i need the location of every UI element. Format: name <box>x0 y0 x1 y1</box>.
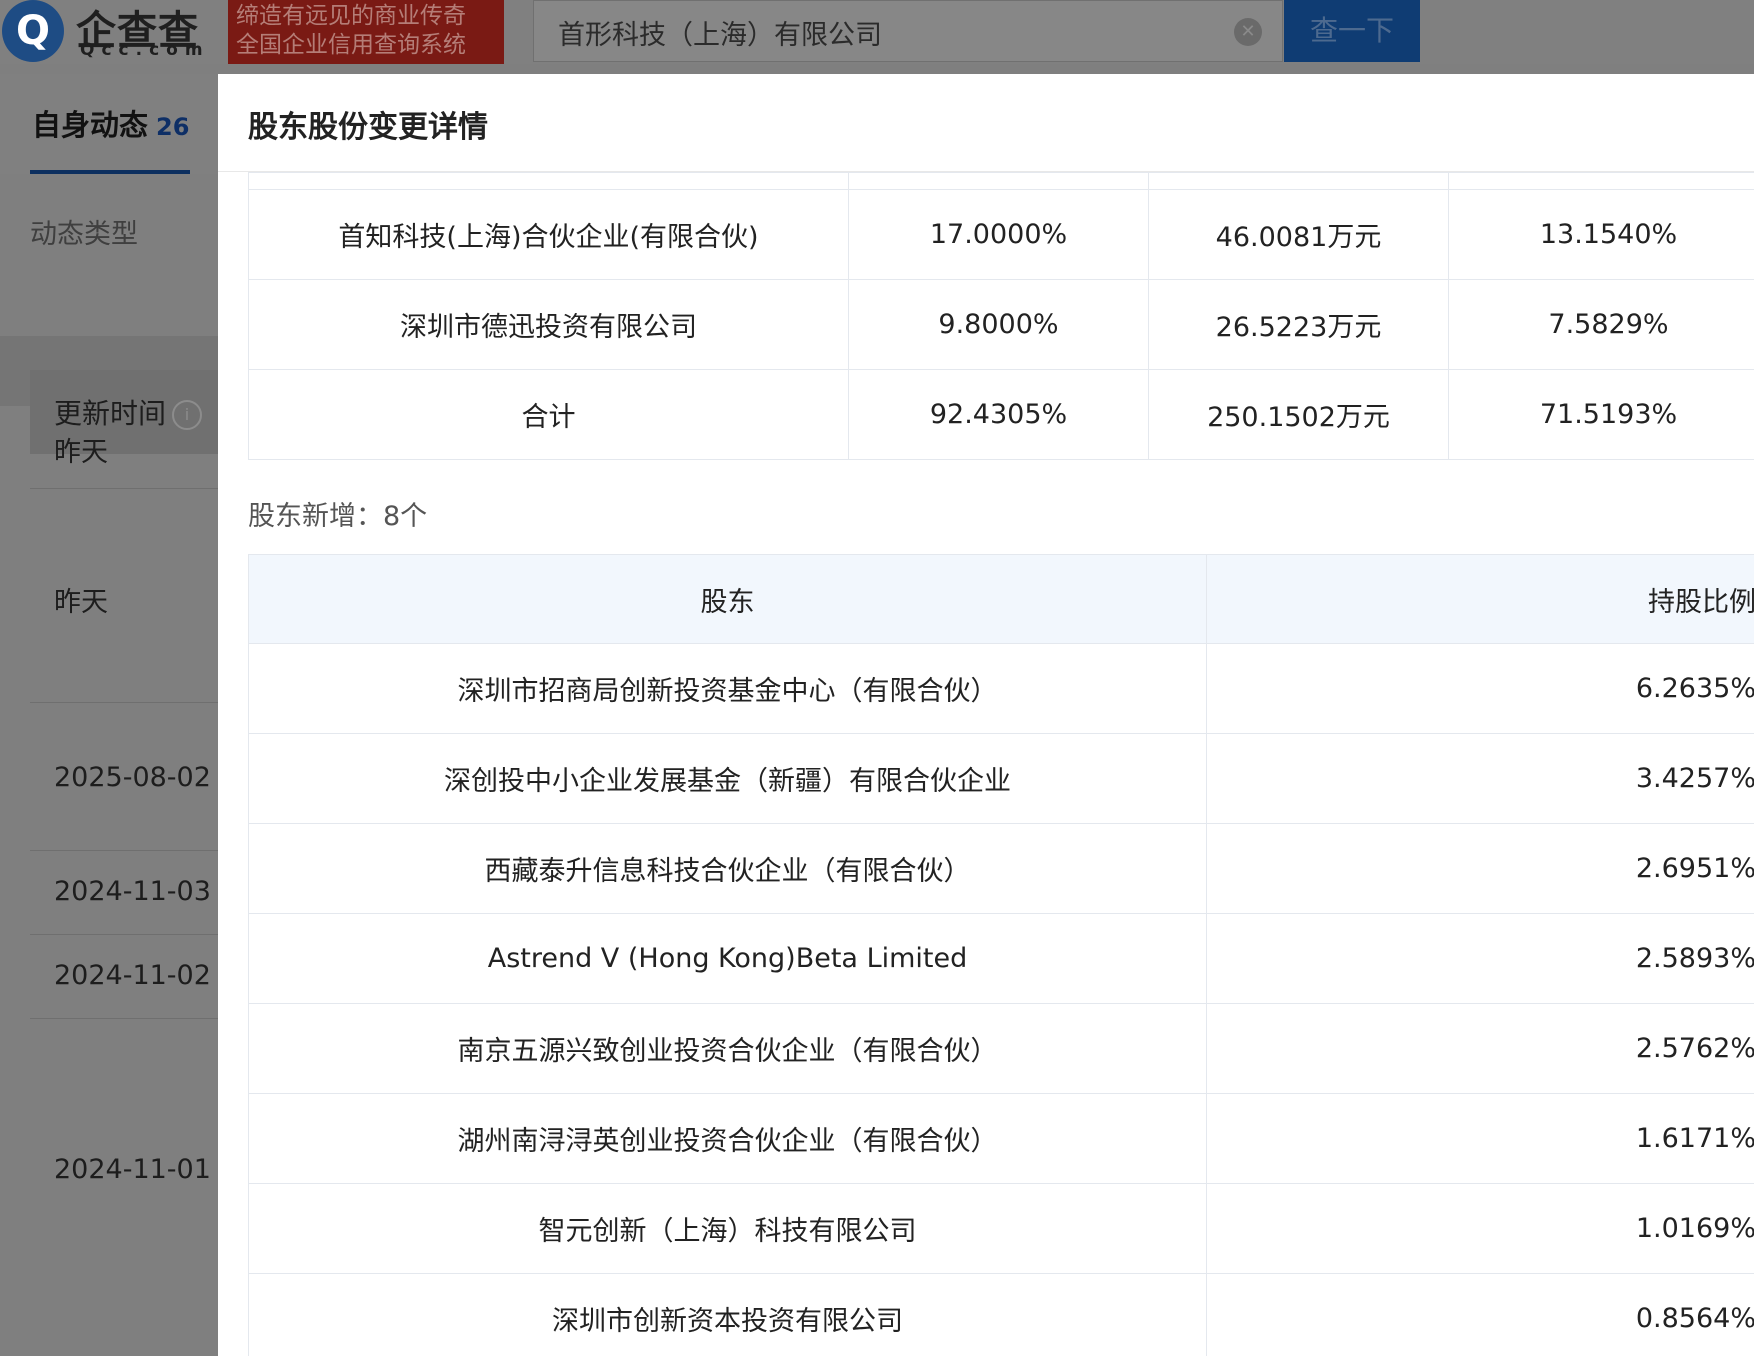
active-tab-indicator <box>30 170 190 174</box>
search-input-value[interactable]: 首形科技（上海）有限公司 <box>558 13 882 52</box>
table-cell: 46.0081万元 <box>1148 189 1449 280</box>
table-cell: 92.4305% <box>848 369 1149 460</box>
table-row <box>248 172 1754 190</box>
tab-self-updates[interactable]: 自身动态 26 <box>32 102 189 144</box>
top-bar: Q 企查查 Qcc.com 缔造有远见的商业传奇 全国企业信用查询系统 首形科技… <box>0 0 1754 64</box>
slogan-banner: 缔造有远见的商业传奇 全国企业信用查询系统 <box>228 0 504 64</box>
shareholding-change-table: 首知科技(上海)合伙企业(有限合伙) 17.0000% 46.0081万元 13… <box>248 172 1754 460</box>
left-panel: 自身动态 26 动态类型 更新时间 i 昨天 昨天 2025-08-02 2024-… <box>0 74 218 1356</box>
table-row: 西藏泰升信息科技合伙企业（有限合伙） 2.6951% <box>248 823 1754 914</box>
table-row: 湖州南浔浔英创业投资合伙企业（有限合伙） 1.6171% <box>248 1093 1754 1184</box>
clear-icon[interactable]: ✕ <box>1234 18 1262 46</box>
new-shareholders-label: 股东新增：8个 <box>248 501 428 532</box>
shareholding-ratio: 3.4257% <box>1206 733 1754 824</box>
shareholder-link[interactable]: 深圳市招商局创新投资基金中心（有限合伙） <box>248 643 1207 734</box>
shareholder-link[interactable]: 深创投中小企业发展基金（新疆）有限合伙企业 <box>248 733 1207 824</box>
shareholder-link[interactable]: 深圳市德迅投资有限公司 <box>248 279 849 370</box>
table-row: 深圳市德迅投资有限公司 9.8000% 26.5223万元 7.5829% <box>248 279 1754 370</box>
table-cell: 13.1540% <box>1448 189 1754 280</box>
shareholding-ratio: 1.6171% <box>1206 1093 1754 1184</box>
time-item: 2024-11-03 <box>54 876 211 907</box>
shareholder-change-modal: 股东股份变更详情 首知科技(上海)合伙企业(有限合伙) 17.0000% 46.… <box>218 74 1754 1356</box>
search-button[interactable]: 查一下 <box>1284 0 1420 62</box>
shareholder-link[interactable]: 深圳市创新资本投资有限公司 <box>248 1273 1207 1356</box>
shareholder-link[interactable]: Astrend V (Hong Kong)Beta Limited <box>248 913 1207 1004</box>
qcc-logo-icon[interactable]: Q <box>2 0 64 62</box>
shareholder-link[interactable]: 西藏泰升信息科技合伙企业（有限合伙） <box>248 823 1207 914</box>
shareholder-link[interactable]: 南京五源兴致创业投资合伙企业（有限合伙） <box>248 1003 1207 1094</box>
tab-self-updates-label: 自身动态 <box>32 108 149 142</box>
total-label: 合计 <box>248 369 849 460</box>
table-cell: 26.5223万元 <box>1148 279 1449 370</box>
table-row: 首知科技(上海)合伙企业(有限合伙) 17.0000% 46.0081万元 13… <box>248 189 1754 280</box>
row-divider <box>30 702 218 703</box>
table-row: Astrend V (Hong Kong)Beta Limited 2.5893… <box>248 913 1754 1004</box>
shareholding-ratio: 6.2635% <box>1206 643 1754 734</box>
shareholding-ratio: 2.6951% <box>1206 823 1754 914</box>
shareholding-ratio: 1.0169% <box>1206 1183 1754 1274</box>
modal-title: 股东股份变更详情 <box>248 110 488 145</box>
time-item: 2025-08-02 <box>54 762 211 793</box>
time-item: 2024-11-01 <box>54 1154 211 1185</box>
new-shareholders-table: 股东 持股比例 深圳市招商局创新投资基金中心（有限合伙） 6.2635% 深创投… <box>248 554 1754 1356</box>
shareholding-ratio: 2.5762% <box>1206 1003 1754 1094</box>
table-row: 智元创新（上海）科技有限公司 1.0169% <box>248 1183 1754 1274</box>
table-row: 深创投中小企业发展基金（新疆）有限合伙企业 3.4257% <box>248 733 1754 824</box>
time-item: 2024-11-02 <box>54 960 211 991</box>
column-header-ratio: 持股比例 <box>1206 554 1754 644</box>
slogan-line-1: 缔造有远见的商业传奇 <box>236 3 466 29</box>
table-row: 南京五源兴致创业投资合伙企业（有限合伙） 2.5762% <box>248 1003 1754 1094</box>
table-cell: 9.8000% <box>848 279 1149 370</box>
time-item: 昨天 <box>54 587 108 618</box>
shareholder-link[interactable]: 智元创新（上海）科技有限公司 <box>248 1183 1207 1274</box>
row-divider <box>30 850 218 851</box>
table-cell: 71.5193% <box>1448 369 1754 460</box>
tab-count-badge: 26 <box>156 113 190 141</box>
column-header-shareholder: 股东 <box>248 554 1207 644</box>
table-cell: 17.0000% <box>848 189 1149 280</box>
table-cell: 250.1502万元 <box>1148 369 1449 460</box>
shareholder-link[interactable]: 湖州南浔浔英创业投资合伙企业（有限合伙） <box>248 1093 1207 1184</box>
table-row: 深圳市创新资本投资有限公司 0.8564% <box>248 1273 1754 1356</box>
shareholder-link[interactable]: 首知科技(上海)合伙企业(有限合伙) <box>248 189 849 280</box>
row-divider <box>30 934 218 935</box>
shareholding-ratio: 2.5893% <box>1206 913 1754 1004</box>
table-row-total: 合计 92.4305% 250.1502万元 71.5193% <box>248 369 1754 460</box>
shareholding-ratio: 0.8564% <box>1206 1273 1754 1356</box>
row-divider <box>30 488 218 489</box>
slogan-line-2: 全国企业信用查询系统 <box>236 32 466 58</box>
table-row: 深圳市招商局创新投资基金中心（有限合伙） 6.2635% <box>248 643 1754 734</box>
table-cell: 7.5829% <box>1448 279 1754 370</box>
search-input[interactable]: 首形科技（上海）有限公司 ✕ <box>533 0 1283 62</box>
info-icon[interactable]: i <box>172 400 203 430</box>
time-item: 昨天 <box>54 437 108 468</box>
row-divider <box>30 1018 218 1019</box>
column-header-label: 更新时间 <box>54 397 167 430</box>
table-header-row: 股东 持股比例 <box>248 554 1754 644</box>
filter-type-label[interactable]: 动态类型 <box>30 212 138 251</box>
logo-domain: Qcc.com <box>80 40 210 60</box>
